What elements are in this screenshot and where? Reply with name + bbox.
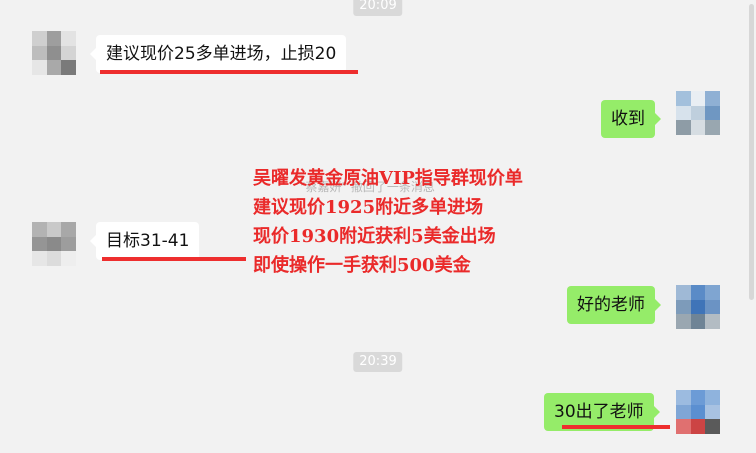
overlay-line-1: 吴曜发黄金原油VIP指导群现价单 xyxy=(253,168,523,189)
avatar-right[interactable] xyxy=(676,91,720,135)
overlay-line-2: 建议现价1925附近多单进场 xyxy=(253,197,484,218)
scrollbar[interactable] xyxy=(749,4,754,300)
avatar-left[interactable] xyxy=(32,222,76,266)
message-bubble-4[interactable]: 好的老师 xyxy=(567,286,661,324)
avatar-left[interactable] xyxy=(32,31,76,75)
timestamp-middle: 20:39 xyxy=(353,352,403,372)
avatar-right[interactable] xyxy=(676,285,720,329)
timestamp-top: 20:09 xyxy=(353,0,403,16)
red-underline-3 xyxy=(102,257,246,261)
overlay-line-3: 现价1930附近获利5美金出场 xyxy=(253,226,496,247)
message-bubble-3[interactable]: 目标31-41 xyxy=(89,222,200,260)
message-bubble-2[interactable]: 收到 xyxy=(601,100,661,138)
red-underline-1 xyxy=(100,70,358,74)
avatar-right[interactable] xyxy=(676,390,720,434)
overlay-line-4: 即使操作一手获利500美金 xyxy=(253,255,471,276)
message-bubble-1[interactable]: 建议现价25多单进场，止损20 xyxy=(89,35,347,73)
red-underline-5 xyxy=(562,425,670,429)
overlay-text: 吴曜发黄金原油VIP指导群现价单 建议现价1925附近多单进场 现价1930附近… xyxy=(253,164,523,280)
